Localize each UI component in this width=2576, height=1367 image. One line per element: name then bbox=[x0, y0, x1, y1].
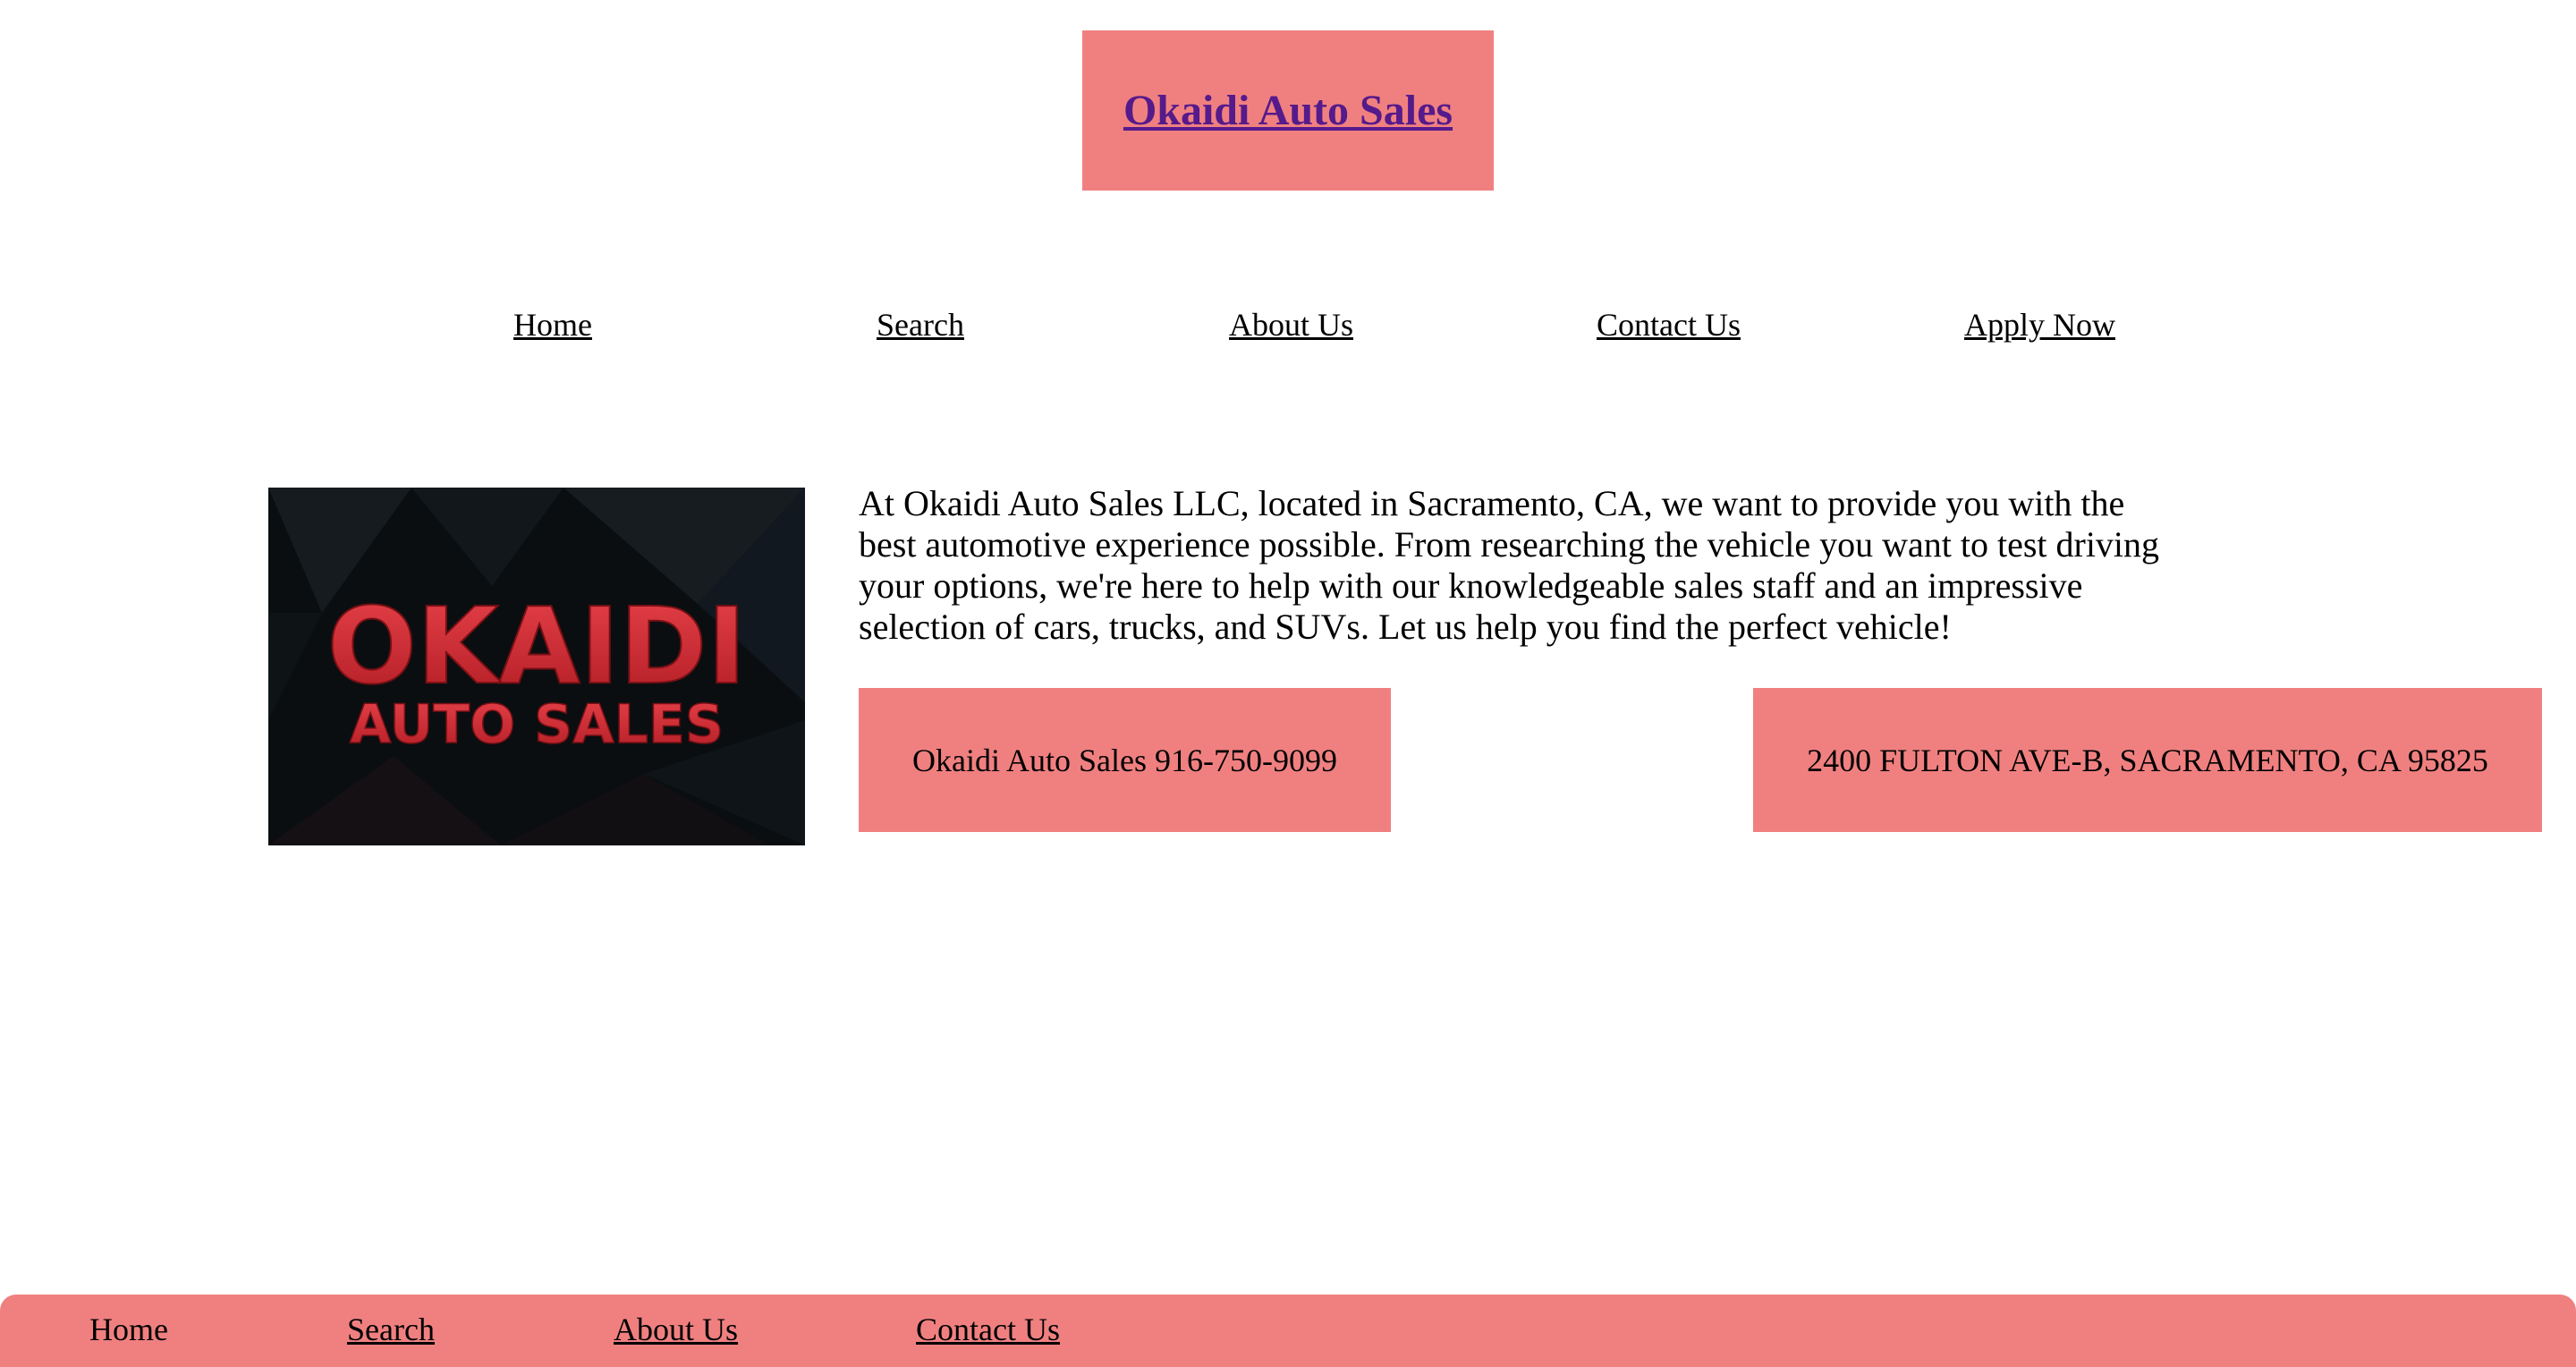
nav-link-search[interactable]: Search bbox=[877, 306, 964, 344]
footer-bar: Home Search About Us Contact Us bbox=[0, 1295, 2576, 1367]
logo-text-line1: OKAIDI bbox=[327, 584, 747, 708]
intro-paragraph: At Okaidi Auto Sales LLC, located in Sac… bbox=[859, 483, 2160, 647]
address-info-box: 2400 FULTON AVE-B, SACRAMENTO, CA 95825 bbox=[1753, 688, 2542, 832]
page: Okaidi Auto Sales Home Search About Us C… bbox=[0, 0, 2576, 1367]
nav-link-contact-us[interactable]: Contact Us bbox=[1597, 306, 1741, 344]
nav-link-about-us[interactable]: About Us bbox=[1229, 306, 1353, 344]
footer-link-about-us[interactable]: About Us bbox=[614, 1311, 738, 1348]
logo-text-line2: AUTO SALES bbox=[350, 693, 724, 756]
footer-link-search[interactable]: Search bbox=[347, 1311, 435, 1348]
dealership-logo-image: OKAIDI AUTO SALES bbox=[268, 488, 805, 845]
nav-link-home[interactable]: Home bbox=[513, 306, 592, 344]
phone-info-box: Okaidi Auto Sales 916-750-9099 bbox=[859, 688, 1391, 832]
footer-item-home: Home bbox=[89, 1312, 168, 1347]
site-title-link[interactable]: Okaidi Auto Sales bbox=[1123, 86, 1453, 135]
phone-text: Okaidi Auto Sales 916-750-9099 bbox=[912, 742, 1337, 778]
footer-link-contact-us[interactable]: Contact Us bbox=[916, 1311, 1060, 1348]
site-title-banner: Okaidi Auto Sales bbox=[1082, 30, 1494, 191]
nav-link-apply-now[interactable]: Apply Now bbox=[1964, 306, 2115, 344]
address-text: 2400 FULTON AVE-B, SACRAMENTO, CA 95825 bbox=[1807, 742, 2488, 778]
